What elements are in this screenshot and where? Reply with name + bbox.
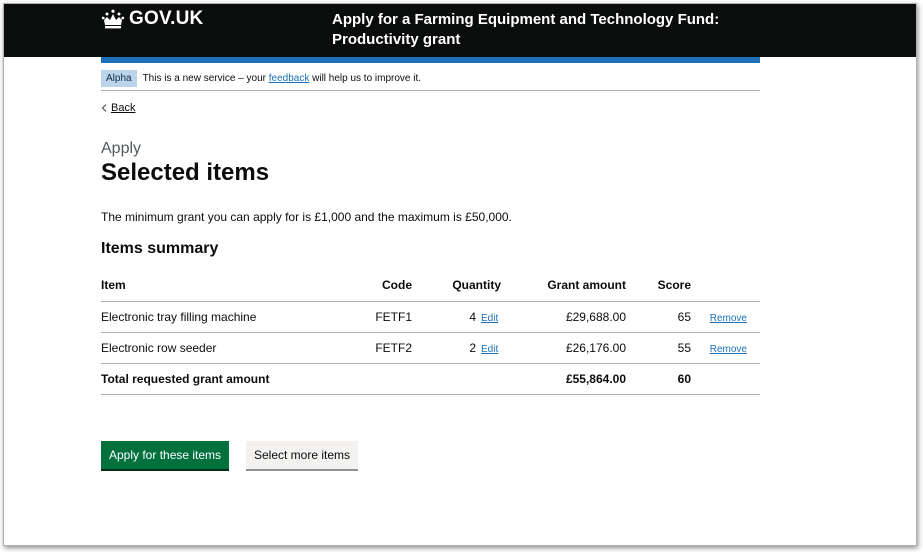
total-label: Total requested grant amount [101,363,356,395]
logo-text: GOV.UK [129,8,204,29]
item-name: Electronic row seeder [101,332,356,364]
item-quantity: 2 [469,340,476,355]
edit-quantity-link[interactable]: Edit [481,313,501,324]
phase-text-before: This is a new service – your [142,73,269,84]
apply-for-items-button[interactable]: Apply for these items [101,441,230,469]
govuk-logo-link[interactable]: GOV.UK [101,8,203,30]
page-title: Selected items [101,159,270,186]
feedback-link[interactable]: feedback [269,73,310,84]
total-row: Total requested grant amount £55,864.00 … [101,363,760,395]
table-header-row: Item Code Quantity Grant amount Score [101,270,760,302]
item-actions: Remove [691,301,760,333]
edit-quantity-link[interactable]: Edit [481,344,501,355]
back-link[interactable]: Back [101,102,135,114]
header-code: Code [356,270,412,302]
service-name-link[interactable]: Apply for a Farming Equipment and Techno… [332,10,752,50]
remove-item-link[interactable]: Remove [710,313,747,324]
header-score: Score [626,270,691,302]
grant-limits-text: The minimum grant you can apply for is £… [101,210,512,224]
crown-icon [101,9,125,29]
total-actions-empty [691,363,760,395]
items-summary-table: Item Code Quantity Grant amount Score El… [101,270,760,395]
chevron-left-icon [101,104,107,112]
total-score: 60 [626,363,691,395]
item-score: 55 [626,332,691,364]
header-accent-bar [101,57,760,63]
header-actions [691,270,760,302]
item-code: FETF1 [356,301,412,333]
item-grant-amount: £26,176.00 [501,332,626,364]
item-quantity: 4 [469,309,476,324]
phase-banner-text: This is a new service – your feedback wi… [143,73,421,84]
total-grant-amount: £55,864.00 [501,363,626,395]
page-caption: Apply [101,140,142,157]
total-quantity-empty [412,363,501,395]
remove-item-link[interactable]: Remove [710,344,747,355]
phase-tag: Alpha [101,70,137,87]
site-header: GOV.UK Apply for a Farming Equipment and… [4,4,916,57]
phase-text-after: will help us to improve it. [309,73,422,84]
browser-viewport: GOV.UK Apply for a Farming Equipment and… [3,3,917,546]
table-row: Electronic tray filling machine FETF1 4E… [101,301,760,333]
item-name: Electronic tray filling machine [101,301,356,333]
total-code-empty [356,363,412,395]
item-code: FETF2 [356,332,412,364]
header-grant-amount: Grant amount [501,270,626,302]
item-quantity-cell: 4 Edit [412,301,501,333]
item-quantity-cell: 2 Edit [412,332,501,364]
back-link-label: Back [111,102,136,114]
item-grant-amount: £29,688.00 [501,301,626,333]
table-row: Electronic row seeder FETF2 2 Edit £26,17… [101,332,760,364]
header-quantity: Quantity [412,270,501,302]
phase-banner: Alpha This is a new service – your feedb… [101,67,760,91]
item-actions: Remove [691,332,760,364]
select-more-items-button[interactable]: Select more items [246,441,359,469]
item-score: 65 [626,301,691,333]
header-item: Item [101,270,356,302]
items-summary-heading: Items summary [101,240,219,257]
